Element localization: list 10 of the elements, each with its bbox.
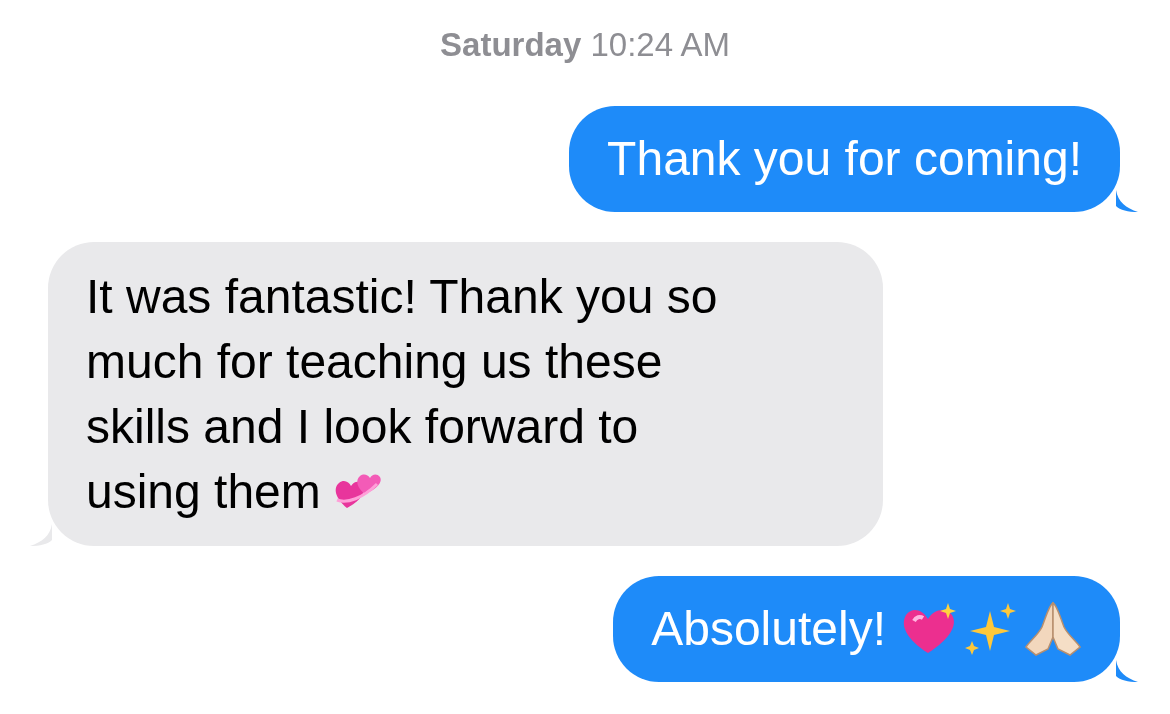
message-text: Thank you for coming! — [607, 130, 1082, 187]
message-text: skills and I look forward to — [86, 398, 639, 455]
message-text: much for teaching us these — [86, 333, 663, 390]
timestamp: Saturday 10:24 AM — [440, 25, 730, 65]
message-text: Absolutely! — [651, 600, 886, 657]
praying-hands-icon — [1024, 600, 1082, 657]
message-text: using them — [86, 463, 321, 520]
message-text: It was fantastic! Thank you so — [86, 268, 718, 325]
bubble-tail — [1116, 189, 1138, 212]
bubble-tail — [1116, 659, 1138, 682]
